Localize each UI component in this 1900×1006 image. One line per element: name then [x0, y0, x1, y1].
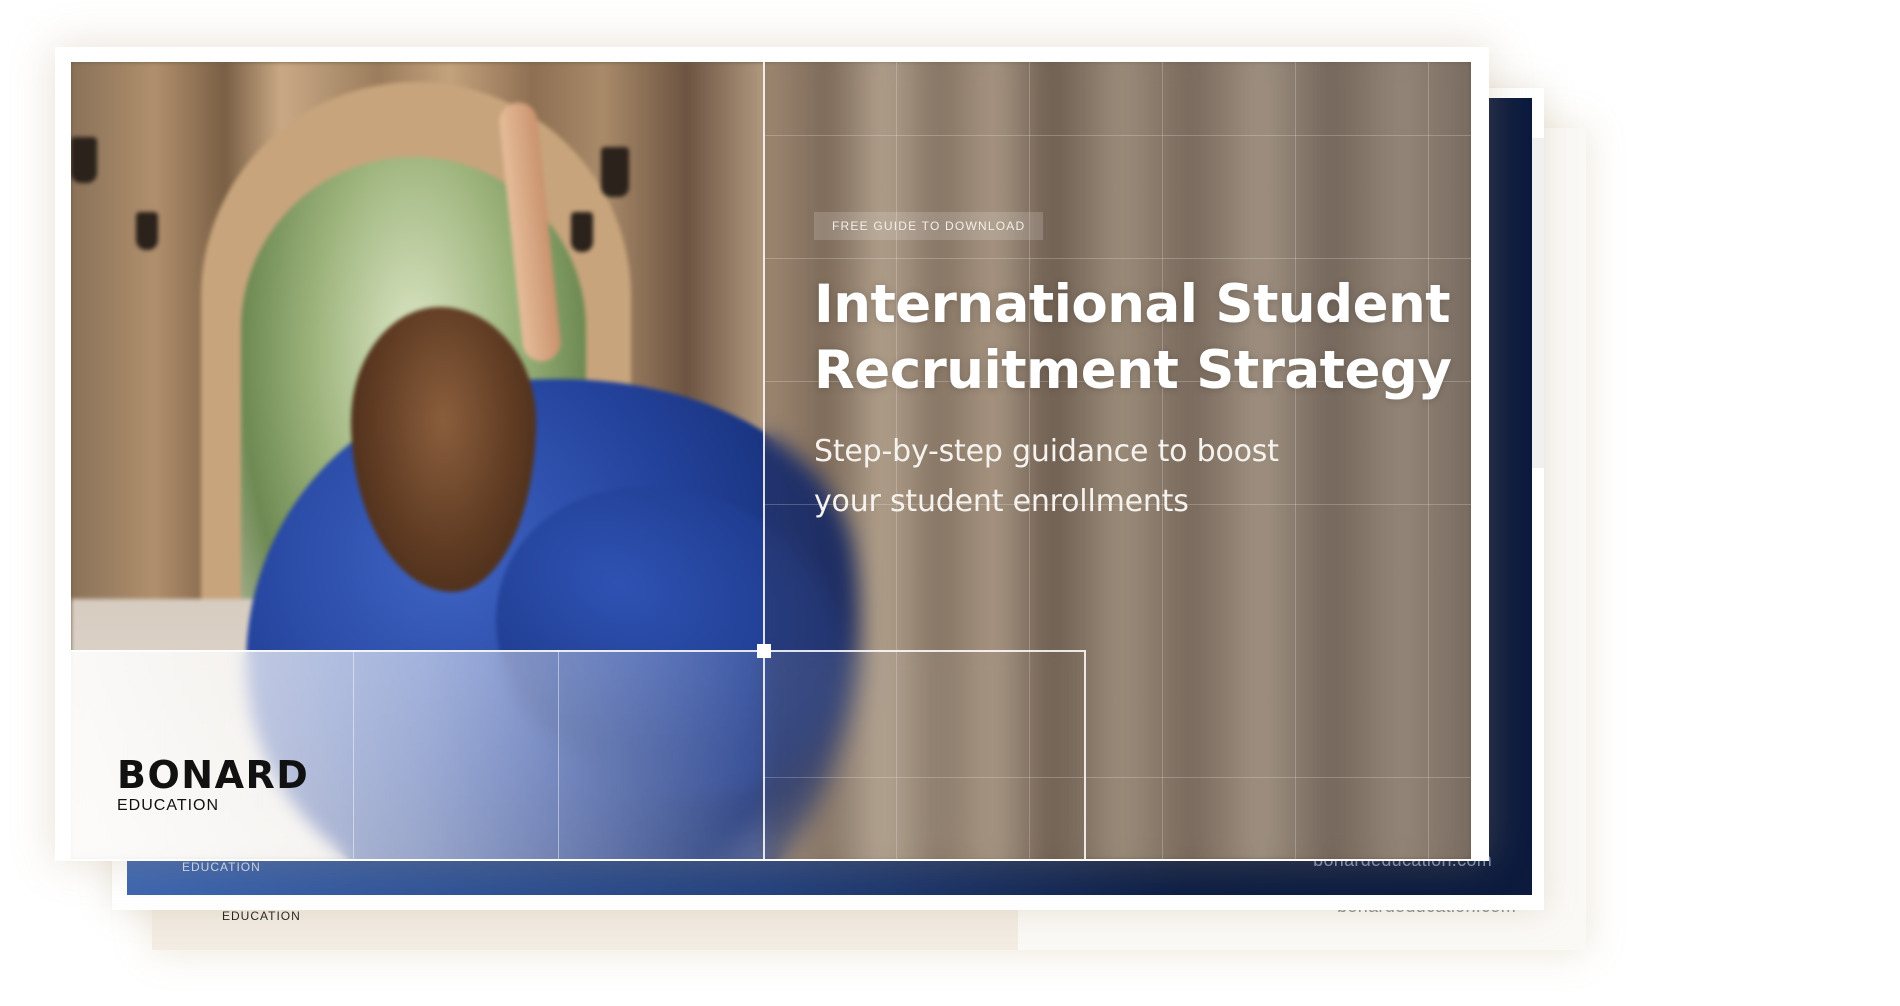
lantern-icon: [136, 212, 158, 250]
cover-subtitle-line: your student enrollments: [814, 484, 1189, 519]
cover-title: International Student Recruitment Strate…: [814, 272, 1454, 404]
cover-subtitle-line: Step-by-step guidance to boost: [814, 434, 1279, 469]
lantern-icon: [71, 137, 97, 183]
free-guide-badge: FREE GUIDE TO DOWNLOAD: [814, 212, 1044, 240]
front-page: FREE GUIDE TO DOWNLOAD International Stu…: [55, 47, 1489, 861]
cover: FREE GUIDE TO DOWNLOAD International Stu…: [71, 62, 1471, 859]
logo-tagline: EDUCATION: [117, 797, 220, 814]
lantern-icon: [571, 212, 593, 252]
middle-logo-tagline: EDUCATION: [182, 860, 261, 874]
brochure-mockup: BONARD EDUCATION bonardeducation.com BON…: [0, 0, 1900, 1006]
cover-title-line: Recruitment Strategy: [814, 340, 1452, 401]
back-logo-tagline: EDUCATION: [222, 909, 301, 923]
logo-wordmark: BONARD: [117, 753, 310, 797]
bonard-logo: BONARD EDUCATION: [117, 756, 309, 814]
cover-title-line: International Student: [814, 274, 1451, 335]
cover-subtitle: Step-by-step guidance to boost your stud…: [814, 427, 1434, 527]
lantern-icon: [601, 147, 629, 197]
